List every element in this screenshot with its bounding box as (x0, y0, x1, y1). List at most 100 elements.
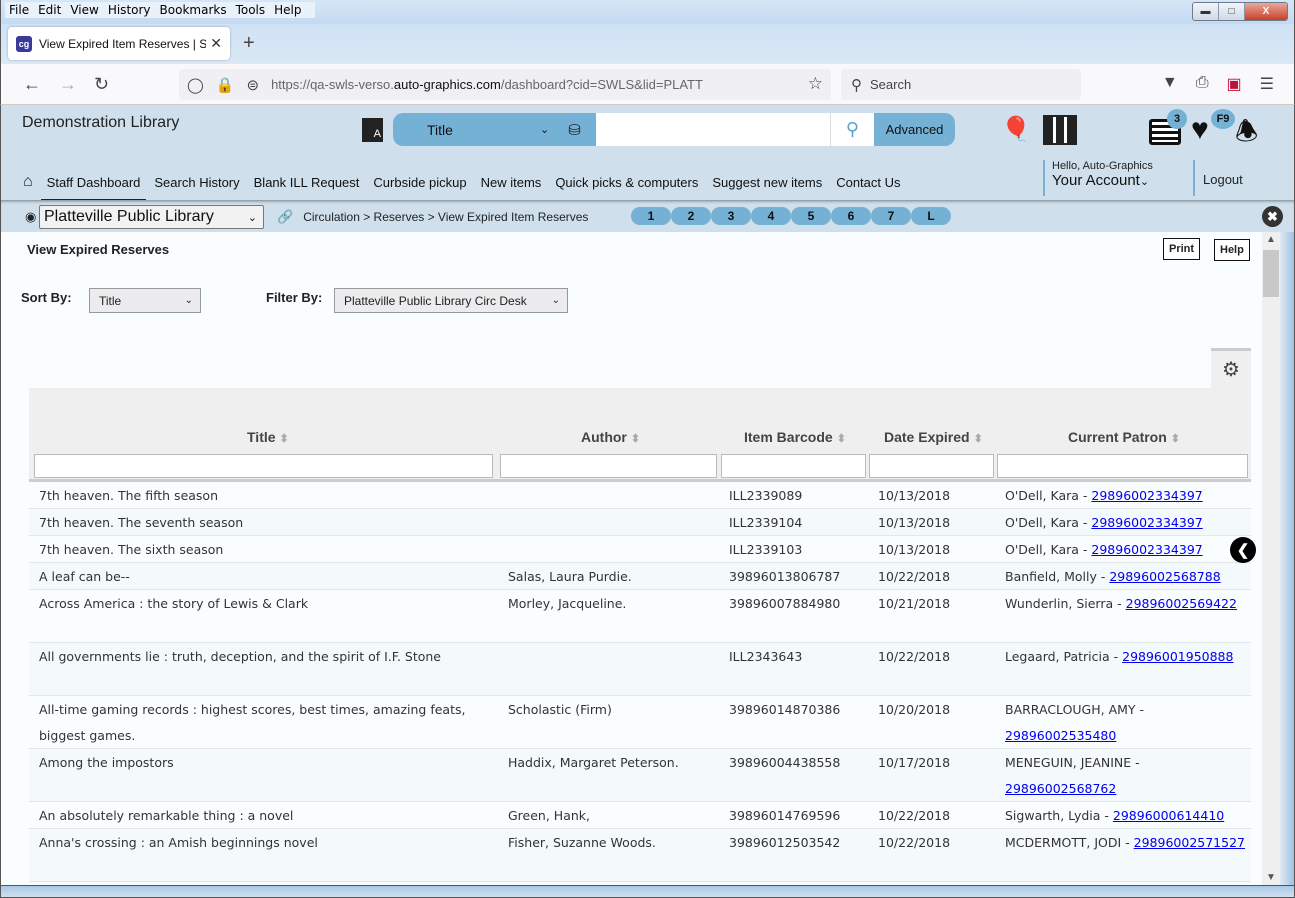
patron-barcode-link[interactable]: 29896002535480 (1005, 728, 1116, 743)
pocket-icon[interactable]: ▼ (1162, 74, 1178, 94)
column-header-title[interactable]: Title ⬍ (247, 429, 289, 445)
table-row[interactable]: Across America : the story of Lewis & Cl… (29, 590, 1251, 643)
extension-icon[interactable]: ▣ (1227, 74, 1242, 94)
nav-contact-us[interactable]: Contact Us (836, 175, 900, 190)
patron-barcode-link[interactable]: 29896002334397 (1091, 515, 1202, 530)
nav-curbside-pickup[interactable]: Curbside pickup (373, 175, 466, 190)
quick-page-7[interactable]: 7 (871, 207, 911, 225)
shield-icon[interactable]: ◯ (187, 76, 204, 94)
lock-icon[interactable]: 🔒 (216, 76, 235, 94)
nav-new-items[interactable]: New items (481, 175, 542, 190)
help-button[interactable]: Help (1214, 239, 1250, 261)
forward-button[interactable]: → (59, 74, 77, 95)
table-row[interactable]: Anna's crossing : an Amish beginnings no… (29, 829, 1251, 882)
heart-icon[interactable]: ♥ (1191, 113, 1209, 147)
bookmark-star-icon[interactable]: ☆ (808, 74, 823, 94)
window-close-button[interactable]: X (1245, 3, 1287, 20)
patron-barcode-link[interactable]: 29896002334397 (1091, 542, 1202, 557)
breadcrumb-text[interactable]: Circulation > Reserves > View Expired It… (303, 210, 588, 224)
translate-icon[interactable]: A (362, 118, 383, 142)
column-header-author[interactable]: Author ⬍ (581, 429, 640, 445)
menu-edit[interactable]: Edit (38, 3, 61, 17)
table-settings-button[interactable]: ⚙ (1211, 348, 1251, 388)
quick-page-6[interactable]: 6 (831, 207, 871, 225)
maximize-button[interactable]: □ (1219, 3, 1245, 20)
table-row[interactable]: All governments lie : truth, deception, … (29, 643, 1251, 696)
patron-barcode-link[interactable]: 29896002568762 (1005, 781, 1116, 796)
patron-barcode-link[interactable]: 29896002334397 (1091, 488, 1202, 503)
patron-barcode-link[interactable]: 29896001950888 (1122, 649, 1233, 664)
home-icon[interactable]: ⌂ (23, 173, 33, 191)
column-header-date-expired[interactable]: Date Expired ⬍ (884, 429, 983, 445)
search-button[interactable]: ⚲ (830, 113, 874, 146)
vertical-scrollbar[interactable]: ▲ ▼ (1262, 232, 1280, 885)
quick-page-1[interactable]: 1 (631, 207, 671, 225)
table-row[interactable]: Among the impostors Haddix, Margaret Pete… (29, 749, 1251, 802)
menu-file[interactable]: File (9, 3, 29, 17)
table-row[interactable]: An absolutely remarkable thing : a novel… (29, 802, 1251, 829)
hamburger-menu-icon[interactable]: ☰ (1260, 74, 1274, 94)
quick-page-4[interactable]: 4 (751, 207, 791, 225)
hot-air-balloon-icon[interactable]: 🎈 (1001, 115, 1031, 144)
address-bar[interactable]: ◯ 🔒 ⊜ https://qa-swls-verso.auto-graphic… (179, 69, 831, 100)
browser-search-input[interactable]: ⚲ Search (841, 69, 1081, 100)
table-row[interactable]: All-time gaming records : highest scores… (29, 696, 1251, 749)
menu-bookmarks[interactable]: Bookmarks (160, 3, 227, 17)
date-expired-cell: 10/13/2018 (878, 542, 951, 557)
menu-view[interactable]: View (70, 3, 98, 17)
date-filter-input[interactable] (869, 454, 994, 478)
nav-search-history[interactable]: Search History (154, 175, 239, 190)
minimize-button[interactable]: ▬ (1193, 3, 1219, 20)
permissions-icon[interactable]: ⊜ (246, 76, 259, 94)
table-row[interactable]: 7th heaven. The fifth season ILL2339089 10… (29, 482, 1251, 509)
column-header-current-patron[interactable]: Current Patron ⬍ (1068, 429, 1180, 445)
scroll-up-icon[interactable]: ▲ (1266, 234, 1276, 245)
catalog-search-input[interactable] (596, 113, 830, 146)
database-icon[interactable]: ⛁ (553, 113, 596, 146)
search-field-select[interactable]: Title ⌄ (393, 113, 553, 146)
patron-barcode-link[interactable]: 29896000614410 (1113, 808, 1224, 823)
resource-search-icon[interactable] (1043, 115, 1077, 145)
bell-icon[interactable]: 🕭 (1235, 113, 1258, 157)
nav-suggest-new-items[interactable]: Suggest new items (712, 175, 822, 190)
patron-barcode-link[interactable]: 29896002571527 (1134, 835, 1245, 850)
nav-staff-dashboard[interactable]: Staff Dashboard (40, 175, 147, 202)
patron-barcode-link[interactable]: 29896002569422 (1126, 596, 1237, 611)
print-icon[interactable]: ⎙ (1196, 74, 1209, 94)
print-button[interactable]: Print (1163, 238, 1201, 260)
browser-tab[interactable]: cg View Expired Item Reserves | SWLS ✕ (8, 27, 230, 60)
advanced-search-button[interactable]: Advanced (874, 113, 955, 146)
tab-close-icon[interactable]: ✕ (210, 35, 222, 52)
filter-select[interactable]: Platteville Public Library Circ Desk ⌄ (334, 288, 568, 313)
barcode-filter-input[interactable] (721, 454, 866, 478)
table-row[interactable]: 7th heaven. The sixth season ILL2339103 10… (29, 536, 1251, 563)
patron-filter-input[interactable] (997, 454, 1248, 478)
quick-page-5[interactable]: 5 (791, 207, 831, 225)
scrollbar-thumb[interactable] (1263, 250, 1279, 297)
menu-history[interactable]: History (108, 3, 151, 17)
back-button[interactable]: ← (23, 74, 41, 95)
column-header-item-barcode[interactable]: Item Barcode ⬍ (744, 429, 846, 445)
reload-button[interactable]: ↻ (94, 74, 109, 95)
library-select[interactable]: Platteville Public Library ⌄ (39, 205, 264, 229)
menu-help[interactable]: Help (274, 3, 301, 17)
quick-page-3[interactable]: 3 (711, 207, 751, 225)
nav-blank-ill-request[interactable]: Blank ILL Request (254, 175, 360, 190)
logout-link[interactable]: Logout (1193, 160, 1243, 196)
table-row[interactable]: 7th heaven. The seventh season ILL2339104… (29, 509, 1251, 536)
account-menu[interactable]: Hello, Auto-Graphics Your Account⌄ (1043, 160, 1153, 196)
scroll-down-icon[interactable]: ▼ (1266, 872, 1276, 883)
author-filter-input[interactable] (500, 454, 717, 478)
close-page-icon[interactable]: ✖ (1262, 206, 1283, 227)
table-row[interactable]: A leaf can be-- Salas, Laura Purdie. 39896… (29, 563, 1251, 590)
quick-page-l[interactable]: L (911, 207, 951, 225)
title-filter-input[interactable] (34, 454, 493, 478)
menu-tools[interactable]: Tools (236, 3, 266, 17)
sort-select[interactable]: Title ⌄ (89, 288, 201, 313)
quick-page-2[interactable]: 2 (671, 207, 711, 225)
your-account-link[interactable]: Your Account⌄ (1052, 172, 1153, 189)
patron-barcode-link[interactable]: 29896002568788 (1109, 569, 1220, 584)
nav-quick-picks[interactable]: Quick picks & computers (555, 175, 698, 190)
new-tab-button[interactable]: + (243, 32, 255, 55)
collapse-panel-icon[interactable]: ❮ (1230, 537, 1256, 563)
